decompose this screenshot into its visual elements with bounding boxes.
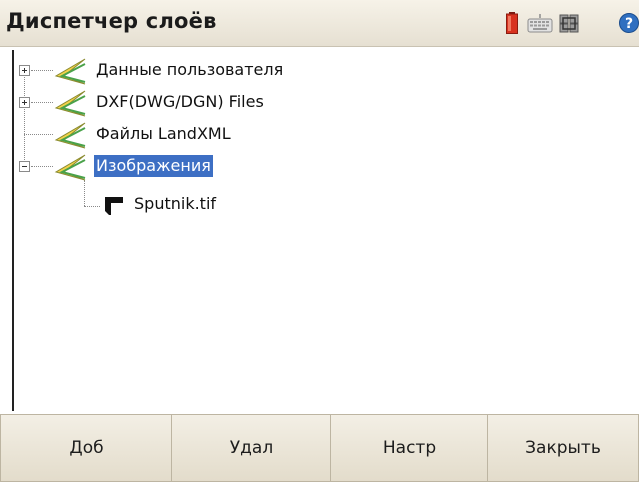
satellite-icon[interactable]	[559, 12, 579, 38]
settings-button[interactable]: Настр	[330, 414, 489, 482]
tree-node-label: DXF(DWG/DGN) Files	[96, 92, 264, 111]
layer-icon	[54, 121, 86, 149]
battery-icon[interactable]	[506, 12, 518, 38]
layer-icon	[54, 89, 86, 117]
help-icon[interactable]: ?	[619, 12, 639, 38]
close-button[interactable]: Закрыть	[487, 414, 639, 482]
tree-node-images[interactable]: Изображения	[14, 152, 414, 184]
collapse-icon[interactable]	[19, 161, 30, 172]
expand-icon[interactable]	[19, 97, 30, 108]
window-title: Диспетчер слоёв	[6, 9, 217, 33]
tree-node-label: Изображения	[94, 155, 213, 177]
tree-node-landxml-files[interactable]: Файлы LandXML	[14, 120, 414, 152]
layer-tree[interactable]: Данные пользователя DXF(DWG/DGN) Files Ф…	[12, 50, 639, 411]
expand-icon[interactable]	[19, 65, 30, 76]
layer-icon	[54, 57, 86, 85]
button-bar: Доб Удал Настр Закрыть	[0, 414, 639, 482]
tree-node-label: Sputnik.tif	[134, 194, 217, 213]
tree-node-label: Файлы LandXML	[96, 124, 231, 143]
layer-icon	[54, 153, 86, 181]
tree-node-dxf-files[interactable]: DXF(DWG/DGN) Files	[14, 88, 414, 120]
tree-node-label: Данные пользователя	[96, 60, 284, 79]
keyboard-icon[interactable]	[527, 12, 553, 38]
image-file-icon	[104, 195, 126, 217]
delete-button[interactable]: Удал	[171, 414, 332, 482]
add-button[interactable]: Доб	[0, 414, 173, 482]
tree-node-sputnik-tif[interactable]: Sputnik.tif	[14, 190, 414, 222]
tree-node-user-data[interactable]: Данные пользователя	[14, 56, 414, 88]
svg-text:?: ?	[625, 16, 633, 32]
title-bar: Диспетчер слоёв ?	[0, 0, 639, 47]
